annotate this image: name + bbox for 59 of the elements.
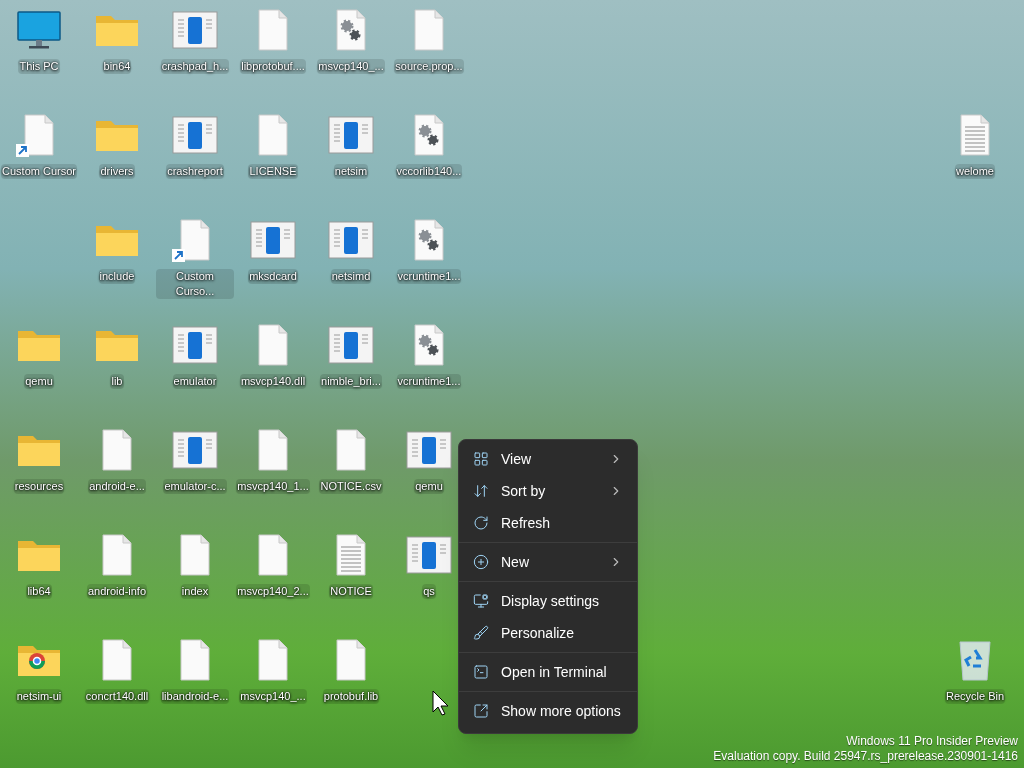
desktop-item[interactable]: Recycle Bin	[936, 636, 1014, 704]
terminal-icon	[473, 664, 489, 680]
desktop-item[interactable]: drivers	[78, 111, 156, 179]
desktop-item[interactable]: NOTICE	[312, 531, 390, 599]
desktop-item[interactable]: vcruntime1...	[390, 321, 468, 389]
cursor-icon	[432, 690, 448, 716]
desktop-item[interactable]: resources	[0, 426, 78, 494]
desktop-item[interactable]: emulator	[156, 321, 234, 389]
os-notice-text: Evaluation copy. Build 25947.rs_prerelease.230901-1416	[713, 749, 1018, 764]
desktop-item[interactable]: include	[78, 216, 156, 284]
menu-item[interactable]: Sort by	[459, 475, 637, 507]
menu-item[interactable]: Display settings	[459, 585, 637, 617]
desktop-item[interactable]: welome	[936, 111, 1014, 179]
desktop-item[interactable]: android-info	[78, 531, 156, 599]
desktop-item[interactable]: Custom Curso...	[156, 216, 234, 299]
desktop-item[interactable]: concrt140.dll	[78, 636, 156, 704]
plus-icon	[473, 554, 489, 570]
desktop-item[interactable]: crashreport	[156, 111, 234, 179]
brush-icon	[473, 625, 489, 641]
desktop-item[interactable]: libandroid-e...	[156, 636, 234, 704]
desktop-item[interactable]: index	[156, 531, 234, 599]
desktop-item[interactable]: mksdcard	[234, 216, 312, 284]
menu-item[interactable]: New	[459, 546, 637, 578]
desktop-item[interactable]: netsim-ui	[0, 636, 78, 704]
sort-icon	[473, 483, 489, 499]
desktop-item[interactable]: netsim	[312, 111, 390, 179]
desktop-item[interactable]: msvcp140_2...	[234, 531, 312, 599]
desktop-item[interactable]: bin64	[78, 6, 156, 74]
desktop-item[interactable]: lib	[78, 321, 156, 389]
grid-icon	[473, 451, 489, 467]
desktop-item[interactable]: vcruntime1...	[390, 216, 468, 284]
desktop-item[interactable]: libprotobuf....	[234, 6, 312, 74]
desktop-item[interactable]: This PC	[0, 6, 78, 74]
desktop-item[interactable]: NOTICE.csv	[312, 426, 390, 494]
menu-item[interactable]: Personalize	[459, 617, 637, 649]
menu-item[interactable]: View	[459, 443, 637, 475]
desktop-item[interactable]: android-e...	[78, 426, 156, 494]
desktop-item[interactable]: netsimd	[312, 216, 390, 284]
desktop-item[interactable]: msvcp140_...	[312, 6, 390, 74]
os-notice-text: Windows 11 Pro Insider Preview	[846, 734, 1018, 749]
desktop-item[interactable]: source.prop...	[390, 6, 468, 74]
desktop-item[interactable]: vccorlib140...	[390, 111, 468, 179]
desktop-item[interactable]: nimble_bri...	[312, 321, 390, 389]
refresh-icon	[473, 515, 489, 531]
desktop-item[interactable]: emulator-c...	[156, 426, 234, 494]
desktop-item[interactable]: lib64	[0, 531, 78, 599]
desktop-item[interactable]: msvcp140_1...	[234, 426, 312, 494]
desktop-item[interactable]: crashpad_h...	[156, 6, 234, 74]
desktop-item[interactable]: qemu	[0, 321, 78, 389]
desktop-item[interactable]: LICENSE	[234, 111, 312, 179]
desktop-item[interactable]: msvcp140.dll	[234, 321, 312, 389]
desktop-item[interactable]: protobuf.lib	[312, 636, 390, 704]
menu-item[interactable]: Refresh	[459, 507, 637, 539]
monitor-icon	[473, 593, 489, 609]
desktop-item[interactable]: msvcp140_...	[234, 636, 312, 704]
expand-icon	[473, 703, 489, 719]
menu-item[interactable]: Show more options	[459, 695, 637, 727]
desktop-item[interactable]: Custom Cursor	[0, 111, 78, 179]
menu-item[interactable]: Open in Terminal	[459, 656, 637, 688]
